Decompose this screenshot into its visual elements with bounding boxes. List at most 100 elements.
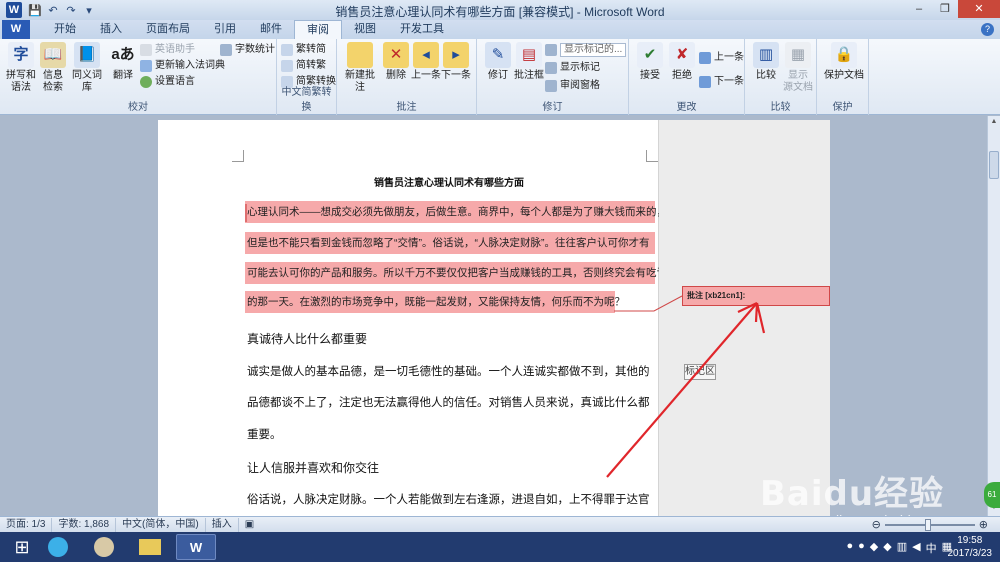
next-change-button[interactable]: 下一条: [699, 75, 744, 89]
commented-text-line[interactable]: 可能去认可你的产品和服务。所以千万不要仅仅把客户当成赚钱的工具，否则终究会有吃亏: [247, 262, 659, 284]
display-for-review-dropdown[interactable]: 显示标记的...: [545, 43, 627, 57]
word-count[interactable]: 字数: 1,868: [52, 517, 117, 532]
group-label-tracking: 修订: [542, 102, 563, 113]
customize-qat-icon[interactable]: ▾: [82, 4, 96, 17]
tab-mailings[interactable]: 邮件: [248, 20, 294, 39]
ime-indicator[interactable]: 中: [926, 540, 937, 556]
system-clock[interactable]: 19:58 2017/3/23: [948, 534, 993, 560]
close-button[interactable]: ✕: [958, 0, 1000, 18]
minimize-button[interactable]: –: [906, 0, 932, 18]
compare-icon: ▥: [753, 42, 779, 68]
group-label-comments: 批注: [396, 102, 417, 113]
group-label-compare: 比较: [770, 102, 791, 113]
tray-app-icon[interactable]: ◆: [883, 540, 891, 556]
body-line[interactable]: 重要。: [247, 426, 657, 442]
zoom-slider[interactable]: [884, 518, 975, 531]
track-changes-icon: ✎: [485, 42, 511, 68]
undo-icon[interactable]: ↶: [46, 4, 60, 17]
commented-text-line[interactable]: 但是也不能只看到金钱而忽略了“交情”。俗话说，“人脉决定财脉”。往往客户认可你才…: [247, 232, 659, 254]
translate-button[interactable]: aあ 翻译: [106, 42, 140, 82]
update-ime-dictionary-button[interactable]: 更新输入法词典: [140, 59, 225, 73]
track-changes-button[interactable]: ✎ 修订: [481, 42, 515, 82]
vertical-scrollbar[interactable]: ▲ ▼: [987, 116, 1000, 516]
commented-text-line[interactable]: 的那一天。在激烈的市场竞争中，既能一起发财，又能保持友情，何乐而不为呢？: [247, 291, 659, 313]
macro-record-icon[interactable]: ▣: [239, 518, 260, 532]
volume-icon[interactable]: ◀: [912, 540, 920, 556]
new-comment-button[interactable]: 新建批注: [341, 42, 379, 94]
paint-icon[interactable]: [84, 534, 124, 560]
tab-developer[interactable]: 开发工具: [388, 20, 456, 39]
spelling-grammar-button[interactable]: 字 拼写和 语法: [4, 42, 38, 94]
body-line[interactable]: 俗话说，人脉决定财脉。一个人若能做到左右逢源，进退自如，上不得罪于达官: [247, 491, 657, 507]
translate-tip-button[interactable]: 英语助手: [140, 43, 195, 57]
redo-icon[interactable]: ↷: [64, 4, 78, 17]
research-button[interactable]: 📖 信息 检索: [36, 42, 70, 94]
system-tray: ● ● ◆ ◆ ▥ ◀ 中 ▦: [846, 540, 952, 556]
start-button[interactable]: ⊞: [2, 534, 42, 560]
traditional-to-simplified-button[interactable]: 繁转简: [281, 43, 326, 57]
group-proofing: 字 拼写和 语法 📖 信息 检索 📘 同义词库 aあ 翻译 英语助手 更新输入法…: [0, 39, 277, 115]
word-count-button[interactable]: 字数统计: [220, 43, 275, 57]
previous-change-icon: [699, 52, 711, 64]
previous-comment-icon: ◂: [413, 42, 439, 68]
restore-button[interactable]: ❐: [932, 0, 958, 18]
show-source-button[interactable]: ▦ 显示 源文档: [781, 42, 815, 94]
tray-app-icon[interactable]: ◆: [870, 540, 878, 556]
protect-document-button[interactable]: 🔒 保护文档: [823, 42, 865, 82]
tab-review[interactable]: 审阅: [294, 20, 342, 39]
tab-insert[interactable]: 插入: [88, 20, 134, 39]
previous-comment-button[interactable]: ◂ 上一条: [411, 42, 441, 82]
page-count[interactable]: 页面: 1/3: [0, 517, 53, 532]
reject-icon: ✘: [669, 42, 695, 68]
set-language-button[interactable]: 设置语言: [140, 75, 195, 89]
delete-comment-icon: ✕: [383, 42, 409, 68]
delete-comment-button[interactable]: ✕ 删除: [379, 42, 413, 82]
tab-references[interactable]: 引用: [202, 20, 248, 39]
show-markup-button[interactable]: 显示标记: [545, 61, 600, 75]
word-taskbar-icon[interactable]: W: [176, 534, 216, 560]
body-line[interactable]: 品德都谈不上了，注定也无法赢得他人的信任。对销售人员来说，真诚比什么都: [247, 394, 657, 410]
balloons-button[interactable]: ▤ 批注框: [513, 42, 545, 82]
file-tab[interactable]: W: [2, 20, 30, 39]
scroll-thumb[interactable]: [989, 151, 999, 179]
accept-button[interactable]: ✔ 接受: [633, 42, 667, 82]
tab-home[interactable]: 开始: [42, 20, 88, 39]
next-comment-button[interactable]: ▸ 下一条: [441, 42, 471, 82]
window-controls: – ❐ ✕: [906, 0, 1000, 18]
balloons-icon: ▤: [516, 42, 542, 68]
qq-icon[interactable]: ●: [858, 540, 865, 556]
clock-time: 19:58: [957, 535, 983, 546]
word-logo-icon[interactable]: W: [6, 2, 22, 18]
markup-area-label[interactable]: 标记区: [684, 364, 716, 380]
compare-button[interactable]: ▥ 比较: [749, 42, 783, 82]
help-icon[interactable]: ?: [981, 23, 994, 36]
display-review-icon: [545, 44, 557, 56]
ie-browser-icon[interactable]: [38, 534, 78, 560]
tab-view[interactable]: 视图: [342, 20, 388, 39]
commented-text-line[interactable]: 心理认同术——想成交必须先做朋友，后做生意。商界中，每个人都是为了赚大钱而来的，: [247, 201, 659, 223]
thesaurus-button[interactable]: 📘 同义词库: [68, 42, 106, 94]
insert-mode[interactable]: 插入: [206, 517, 239, 532]
group-label-chinese: 中文简繁转换: [281, 87, 332, 113]
zoom-control: ⊖ ⊕: [872, 518, 988, 531]
show-source-icon: ▦: [785, 42, 811, 68]
file-explorer-icon[interactable]: [130, 534, 170, 560]
qq-icon[interactable]: ●: [846, 540, 853, 556]
simplified-to-traditional-button[interactable]: 简转繁: [281, 59, 326, 73]
body-line[interactable]: 诚实是做人的基本品德，是一切毛德性的基础。一个人连诚实都做不到，其他的: [247, 363, 657, 379]
reviewing-pane-button[interactable]: 审阅窗格: [545, 79, 600, 93]
show-markup-icon: [545, 62, 557, 74]
save-icon[interactable]: 💾: [28, 4, 42, 17]
zoom-in-icon[interactable]: ⊕: [979, 518, 988, 531]
comment-balloon[interactable]: 批注 [xb21cn1]:: [682, 286, 830, 306]
group-label-proofing: 校对: [128, 102, 148, 113]
network-icon[interactable]: ▥: [897, 540, 907, 556]
previous-change-button[interactable]: 上一条: [699, 51, 744, 65]
zoom-slider-knob[interactable]: [924, 518, 931, 531]
zoom-out-icon[interactable]: ⊖: [872, 518, 881, 531]
scroll-up-arrow[interactable]: ▲: [988, 116, 1000, 128]
language-indicator[interactable]: 中文(简体，中国): [116, 517, 206, 532]
reject-button[interactable]: ✘ 拒绝: [665, 42, 699, 82]
word-count-icon: [220, 44, 232, 56]
tab-page-layout[interactable]: 页面布局: [134, 20, 202, 39]
